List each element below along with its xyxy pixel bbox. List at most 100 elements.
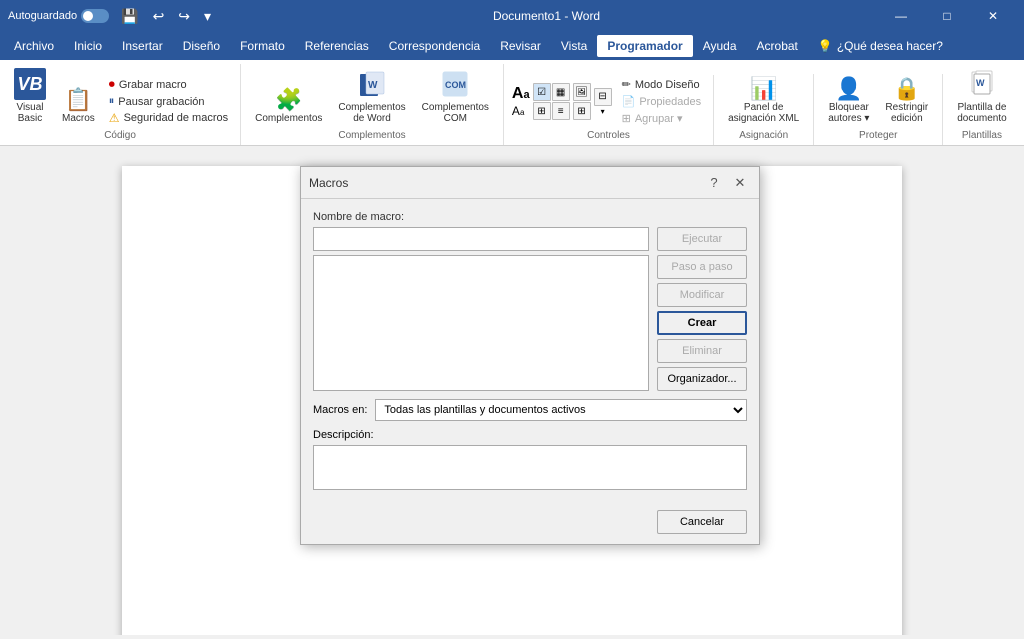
menu-insertar[interactable]: Insertar <box>112 35 173 57</box>
dialog-title: Macros <box>309 176 348 190</box>
macros-button[interactable]: 📋 Macros <box>56 87 101 126</box>
restringir-button[interactable]: 🔒 Restringiredición <box>879 76 934 126</box>
ribbon-controls-items: Aa Aa ☑ ▦ ⊞ ≡ 🖼 ⊞ ⊟ ▾ <box>512 77 705 126</box>
descripcion-box[interactable] <box>313 445 747 490</box>
dialog-close-button[interactable]: ✕ <box>729 172 751 194</box>
descripcion-label: Descripción: <box>313 429 747 441</box>
menu-ayuda[interactable]: Ayuda <box>693 35 747 57</box>
autosave-switch[interactable] <box>81 9 109 23</box>
plantilla-icon: W <box>966 68 998 100</box>
visual-basic-button[interactable]: VB VisualBasic <box>8 66 52 126</box>
customize-icon[interactable]: ▾ <box>200 6 215 27</box>
maximize-button[interactable]: □ <box>924 0 970 32</box>
macro-list-area: Ejecutar Paso a paso Modificar Crear Eli… <box>313 227 747 391</box>
organizador-button[interactable]: Organizador... <box>657 367 747 391</box>
controls-row1: Aa Aa ☑ ▦ ⊞ ≡ 🖼 ⊞ ⊟ ▾ <box>512 77 705 126</box>
autosave-toggle[interactable]: Autoguardado <box>8 9 109 23</box>
lightbulb-icon: 💡 <box>818 39 833 53</box>
ctrl-dropdown-arrow[interactable]: ▾ <box>594 107 612 116</box>
agrupar-button[interactable]: ⊞ Agrupar ▾ <box>618 111 705 126</box>
complementos-icon: 🧩 <box>275 89 302 111</box>
title-bar-icons: 💾 ↩ ↪ ▾ <box>117 6 215 27</box>
plantillas-group-label: Plantillas <box>962 130 1002 141</box>
visual-basic-label: VisualBasic <box>16 102 43 124</box>
aa-small-btn[interactable]: Aa <box>512 104 530 118</box>
redo-icon[interactable]: ↪ <box>174 6 194 27</box>
menu-archivo[interactable]: Archivo <box>4 35 64 57</box>
complementos-com-icon: COM <box>439 68 471 100</box>
dialog-footer: Cancelar <box>301 510 759 544</box>
propiedades-button[interactable]: 📄 Propiedades <box>618 94 705 109</box>
ribbon: VB VisualBasic 📋 Macros ⏺ Grabar macro ⏸… <box>0 60 1024 146</box>
grabar-macro-button[interactable]: ⏺ Grabar macro <box>105 76 232 93</box>
modificar-button[interactable]: Modificar <box>657 283 747 307</box>
minimize-button[interactable]: — <box>878 0 924 32</box>
asignacion-group-label: Asignación <box>739 130 788 141</box>
panel-asignacion-button[interactable]: 📊 Panel deasignación XML <box>722 76 805 126</box>
modo-diseno-button[interactable]: ✏ Modo Diseño <box>618 77 705 92</box>
close-button[interactable]: ✕ <box>970 0 1016 32</box>
dialog-content: Nombre de macro: Ejecutar Paso a paso Mo… <box>301 199 759 510</box>
macros-dialog: Macros ? ✕ Nombre de macro: Ejecutar <box>300 166 760 545</box>
ribbon-group-controles: Aa Aa ☑ ▦ ⊞ ≡ 🖼 ⊞ ⊟ ▾ <box>504 75 714 145</box>
ribbon-protect-items: 👤 Bloquearautores ▾ 🔒 Restringiredición <box>822 76 934 126</box>
macro-name-input[interactable] <box>313 227 649 251</box>
bloquear-button[interactable]: 👤 Bloquearautores ▾ <box>822 76 875 126</box>
paso-a-paso-button[interactable]: Paso a paso <box>657 255 747 279</box>
undo-icon[interactable]: ↩ <box>149 6 169 27</box>
ctrl-more[interactable]: ⊞ <box>573 102 591 120</box>
save-icon[interactable]: 💾 <box>117 6 142 27</box>
menu-diseno[interactable]: Diseño <box>173 35 230 57</box>
modo-diseno-icon: ✏ <box>622 78 631 91</box>
record-icon: ⏺ <box>109 77 115 92</box>
complementos-word-icon: W <box>356 68 388 100</box>
ctrl-scroll[interactable]: ≡ <box>552 102 570 120</box>
menu-referencias[interactable]: Referencias <box>295 35 379 57</box>
dialog-help-button[interactable]: ? <box>703 172 725 194</box>
menu-programador[interactable]: Programador <box>597 35 692 57</box>
crear-button[interactable]: Crear <box>657 311 747 335</box>
menu-correspondencia[interactable]: Correspondencia <box>379 35 490 57</box>
mode-buttons: ✏ Modo Diseño 📄 Propiedades ⊞ Agrupar ▾ <box>618 77 705 126</box>
controls-grid-area: Aa Aa ☑ ▦ ⊞ ≡ 🖼 ⊞ ⊟ ▾ <box>512 77 612 126</box>
control-grid: ☑ ▦ ⊞ ≡ <box>533 83 570 120</box>
complementos-button[interactable]: 🧩 Complementos <box>249 87 328 126</box>
ctrl-legacy[interactable]: ⊟ <box>594 88 612 106</box>
proteger-group-label: Proteger <box>859 130 897 141</box>
title-bar: Autoguardado 💾 ↩ ↪ ▾ Documento1 - Word —… <box>0 0 1024 32</box>
nombre-macro-label: Nombre de macro: <box>313 211 747 223</box>
cancelar-button[interactable]: Cancelar <box>657 510 747 534</box>
macro-list[interactable] <box>313 255 649 391</box>
complementos-com-button[interactable]: COM ComplementosCOM <box>416 66 495 126</box>
ribbon-group-codigo: VB VisualBasic 📋 Macros ⏺ Grabar macro ⏸… <box>0 64 241 145</box>
text-size-btns: Aa Aa <box>512 85 530 118</box>
dialog-titlebar: Macros ? ✕ <box>301 167 759 199</box>
menu-acrobat[interactable]: Acrobat <box>747 35 808 57</box>
codigo-group-label: Código <box>104 130 136 141</box>
complementos-word-button[interactable]: W Complementosde Word <box>332 66 411 126</box>
ribbon-addins-items: 🧩 Complementos W Complementosde Word <box>249 66 495 126</box>
aa-large-btn[interactable]: Aa <box>512 85 530 103</box>
menu-formato[interactable]: Formato <box>230 35 295 57</box>
pausar-grabacion-button[interactable]: ⏸ Pausar grabación <box>105 94 232 109</box>
menu-inicio[interactable]: Inicio <box>64 35 112 57</box>
macros-en-row: Macros en: Todas las plantillas y docume… <box>313 399 747 421</box>
svg-text:COM: COM <box>445 80 466 90</box>
bloquear-label: Bloquearautores ▾ <box>828 102 869 124</box>
ribbon-templates-items: W Plantilla dedocumento <box>951 66 1012 126</box>
ejecutar-button[interactable]: Ejecutar <box>657 227 747 251</box>
ctrl-image[interactable]: 🖼 <box>573 83 591 101</box>
menu-revisar[interactable]: Revisar <box>490 35 551 57</box>
menu-vista[interactable]: Vista <box>551 35 597 57</box>
svg-text:W: W <box>368 80 378 91</box>
eliminar-button[interactable]: Eliminar <box>657 339 747 363</box>
plantilla-button[interactable]: W Plantilla dedocumento <box>951 66 1012 126</box>
ctrl-table[interactable]: ▦ <box>552 83 570 101</box>
seguridad-macros-button[interactable]: ⚠ Seguridad de macros <box>105 110 232 126</box>
ctrl-dropdown[interactable]: ⊞ <box>533 102 551 120</box>
svg-text:W: W <box>976 78 985 88</box>
macros-en-select[interactable]: Todas las plantillas y documentos activo… <box>375 399 747 421</box>
complementos-group-label: Complementos <box>338 130 405 141</box>
menu-que-desea[interactable]: 💡 ¿Qué desea hacer? <box>808 35 953 57</box>
ctrl-checkbox[interactable]: ☑ <box>533 83 551 101</box>
